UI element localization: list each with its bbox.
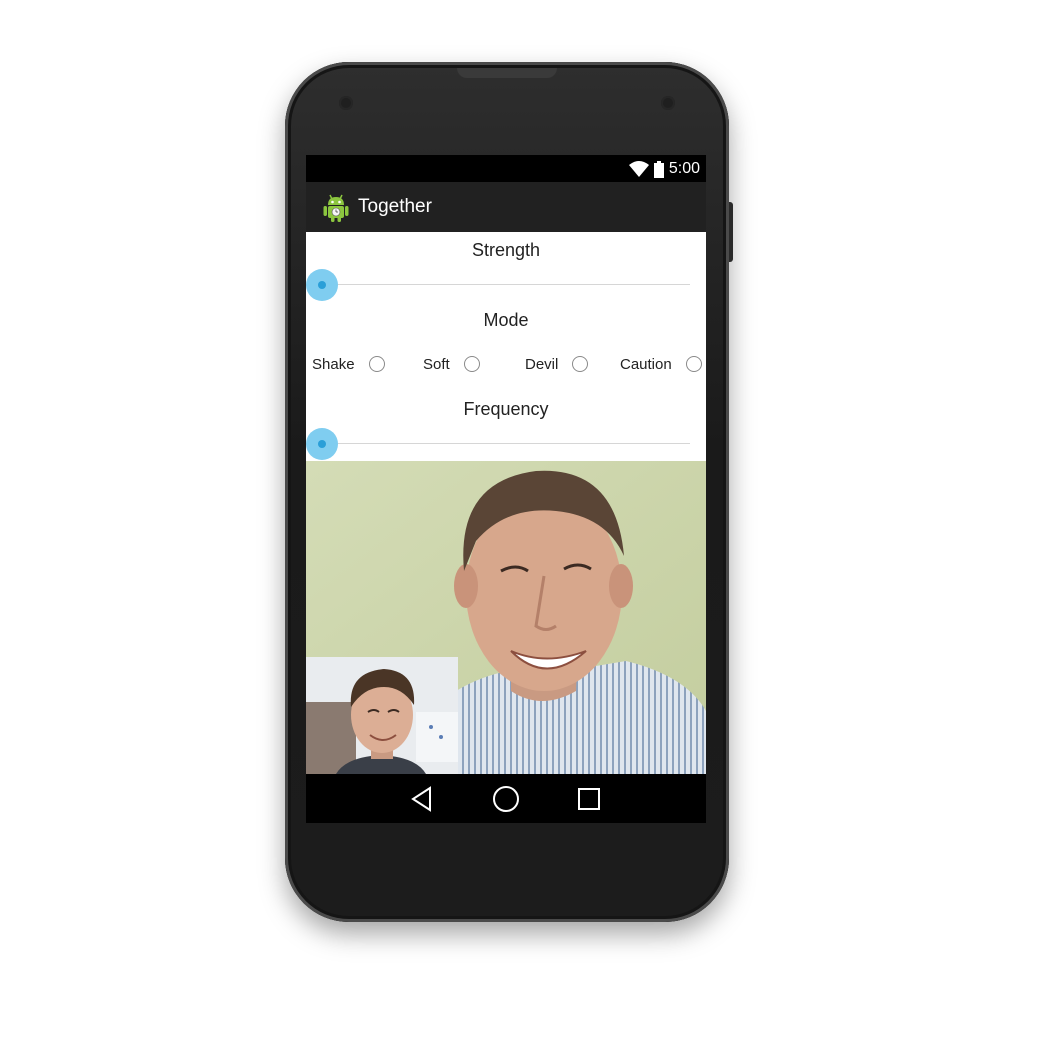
front-camera: [661, 96, 675, 110]
home-icon[interactable]: [491, 784, 521, 814]
mode-option-devil[interactable]: Devil: [525, 352, 589, 376]
mode-option-soft[interactable]: Soft: [423, 352, 480, 376]
navigation-bar: [306, 774, 706, 823]
recents-icon[interactable]: [574, 784, 604, 814]
back-icon[interactable]: [407, 784, 437, 814]
strength-slider-track: [322, 284, 690, 285]
strength-slider[interactable]: [306, 268, 706, 302]
controls-panel: Strength Mode Shake Soft Devil Caution F…: [306, 232, 706, 461]
mode-option-label: Shake: [312, 355, 355, 373]
wifi-icon: [628, 161, 649, 177]
mode-radio-shake[interactable]: [368, 356, 385, 372]
mode-radio-soft[interactable]: [463, 356, 480, 372]
local-video-preview[interactable]: [306, 657, 458, 774]
frequency-slider[interactable]: [306, 427, 706, 461]
action-bar: Together: [306, 182, 706, 232]
battery-icon: [653, 160, 664, 178]
app-title: Together: [358, 196, 432, 217]
android-icon: [323, 194, 349, 222]
status-bar: 5:00: [306, 155, 706, 182]
mode-option-label: Devil: [525, 355, 559, 373]
phone-screen: 5:00 Together Strength Mode Shake Soft D…: [306, 155, 706, 823]
phone-device: 5:00 Together Strength Mode Shake Soft D…: [285, 62, 733, 922]
mode-option-caution[interactable]: Caution: [620, 352, 702, 376]
local-video-image: [306, 657, 458, 774]
mode-option-label: Soft: [423, 355, 450, 373]
remote-video-feed: [306, 461, 706, 774]
status-time: 5:00: [668, 160, 700, 177]
mode-radio-group: Shake Soft Devil Caution: [306, 352, 706, 376]
sensor-dot: [339, 96, 353, 110]
strength-slider-thumb[interactable]: [306, 269, 338, 301]
mode-option-shake[interactable]: Shake: [312, 352, 385, 376]
mode-option-label: Caution: [620, 355, 672, 373]
phone-speaker: [457, 68, 557, 78]
power-button: [729, 202, 733, 262]
strength-label: Strength: [471, 240, 541, 260]
mode-radio-devil[interactable]: [572, 356, 589, 372]
mode-radio-caution[interactable]: [685, 356, 702, 372]
frequency-slider-track: [322, 443, 690, 444]
frequency-slider-thumb[interactable]: [306, 428, 338, 460]
frequency-label: Frequency: [463, 399, 549, 419]
mode-label: Mode: [483, 310, 529, 330]
